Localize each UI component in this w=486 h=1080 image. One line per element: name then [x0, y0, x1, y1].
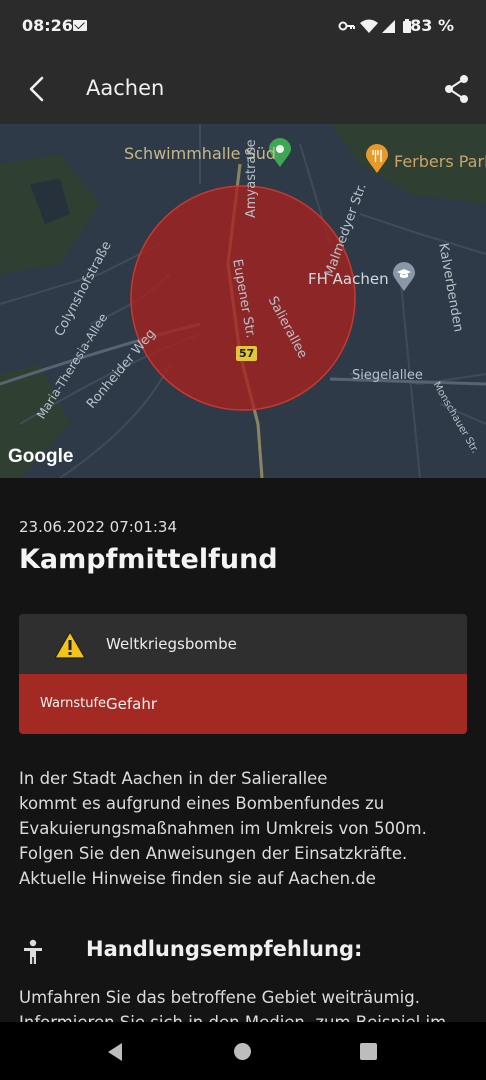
- system-nav-bar: [0, 1022, 486, 1080]
- map-label-fh-aachen: FH Aachen: [308, 270, 389, 288]
- signal-icon: [382, 20, 395, 33]
- battery-percent: 83 %: [410, 16, 454, 35]
- warning-type: Weltkriegsbombe: [106, 635, 237, 653]
- page-title: Aachen: [86, 76, 165, 100]
- status-time: 08:26: [22, 16, 73, 35]
- back-arrow-icon[interactable]: [22, 74, 52, 104]
- recommendation-title: Handlungsempfehlung:: [86, 937, 363, 961]
- description-line: Evakuierungsmaßnahmen im Umkreis von 500…: [19, 819, 427, 838]
- person-icon: [24, 939, 42, 964]
- warning-card: Weltkriegsbombe Warnstufe Gefahr: [19, 614, 467, 734]
- nav-recents-icon[interactable]: [360, 1043, 377, 1060]
- description-line: Aktuelle Hinweise finden sie auf Aachen.…: [19, 869, 376, 888]
- recommendation-line: Informieren Sie sich in den Medien, zum …: [19, 1010, 474, 1022]
- map-label-siegelallee: Siegelallee: [352, 368, 423, 383]
- alert-title: Kampfmittelfund: [19, 544, 278, 575]
- nav-back-icon[interactable]: [106, 1042, 124, 1062]
- wifi-icon: [360, 19, 378, 33]
- warning-triangle-icon: [54, 631, 86, 659]
- warning-level-label: Warnstufe: [40, 696, 107, 711]
- recommendation-text: Umfahren Sie das betroffene Gebiet weitr…: [19, 985, 474, 1022]
- restaurant-pin-icon[interactable]: [365, 144, 389, 174]
- share-icon[interactable]: [442, 72, 472, 106]
- warning-type-row: Weltkriegsbombe: [19, 614, 467, 674]
- school-pin-icon[interactable]: [392, 262, 416, 292]
- warning-level-value: Gefahr: [106, 695, 157, 713]
- status-icons: [338, 19, 411, 33]
- key-icon: [338, 21, 355, 31]
- google-attribution: Google: [8, 446, 74, 467]
- alert-description: In der Stadt Aachen in der Salierallee k…: [19, 766, 469, 891]
- description-line: kommt es aufgrund eines Bombenfundes zu: [19, 794, 385, 813]
- app-bar: Aachen: [0, 54, 486, 124]
- description-line: Folgen Sie den Anweisungen der Einsatzkr…: [19, 844, 408, 863]
- map-view[interactable]: Schwimmhalle Süd Ferbers Park FH Aachen …: [0, 124, 486, 478]
- map-label-amyastrasse: Amyastraße: [244, 139, 259, 218]
- alert-timestamp: 23.06.2022 07:01:34: [19, 518, 178, 536]
- status-bar: 08:26 83 %: [0, 0, 486, 54]
- nav-home-icon[interactable]: [234, 1043, 251, 1060]
- warning-level-row: Warnstufe Gefahr: [19, 674, 467, 734]
- recommendation-line: Umfahren Sie das betroffene Gebiet weitr…: [19, 988, 420, 1007]
- map-label-ferbers-park: Ferbers Park: [394, 152, 486, 171]
- mail-icon: [73, 20, 87, 31]
- description-line: In der Stadt Aachen in der Salierallee: [19, 769, 328, 788]
- route-shield: 57: [236, 346, 258, 361]
- alert-details: 23.06.2022 07:01:34 Kampfmittelfund Welt…: [0, 478, 486, 1022]
